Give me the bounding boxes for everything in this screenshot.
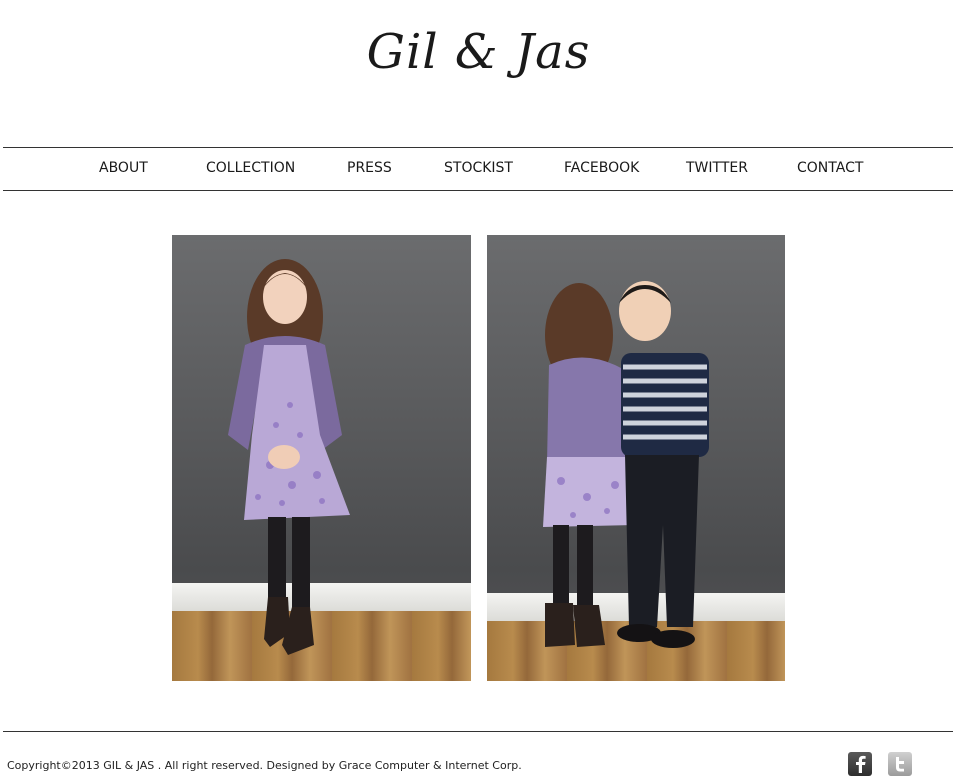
collection-photo-siblings [487, 235, 785, 681]
twitter-icon[interactable] [888, 752, 912, 776]
siblings-figure [543, 281, 709, 648]
nav-item-about[interactable]: ABOUT [99, 160, 148, 176]
twitter-glyph [896, 757, 904, 772]
logo-text: Gil & Jas [366, 24, 591, 80]
girl-figure [228, 259, 350, 655]
nav-item-press[interactable]: PRESS [347, 160, 392, 176]
footer-divider [3, 731, 953, 732]
facebook-glyph [856, 755, 866, 773]
facebook-icon[interactable] [848, 752, 872, 776]
nav-item-contact[interactable]: CONTACT [797, 160, 863, 176]
nav-item-collection[interactable]: COLLECTION [206, 160, 295, 176]
nav-item-facebook[interactable]: FACEBOOK [564, 160, 639, 176]
nav-item-stockist[interactable]: STOCKIST [444, 160, 513, 176]
site-logo[interactable]: Gil & Jas [0, 24, 957, 80]
nav-item-twitter[interactable]: TWITTER [686, 160, 748, 176]
main-nav: ABOUT COLLECTION PRESS STOCKIST FACEBOOK… [3, 147, 953, 191]
collection-photo-girl [172, 235, 471, 681]
footer-copyright: Copyright©2013 GIL & JAS . All right res… [7, 759, 522, 772]
